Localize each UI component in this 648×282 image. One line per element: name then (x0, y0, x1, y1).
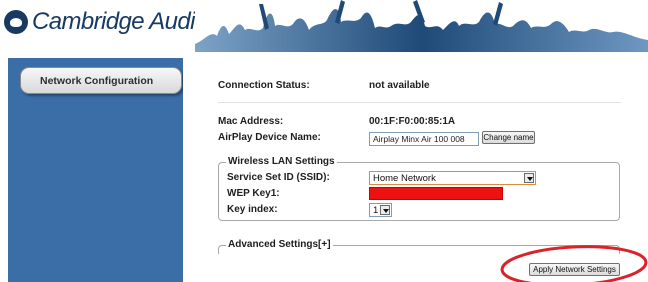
key-index-label: Key index: (227, 204, 278, 215)
concert-crowd-banner (195, 0, 648, 52)
connection-status-label: Connection Status: (218, 80, 310, 91)
key-index-selected-value: 1 (373, 205, 379, 216)
ssid-selected-value: Home Network (373, 173, 436, 184)
ssid-label: Service Set ID (SSID): (227, 172, 330, 183)
mac-address-label: Mac Address: (218, 116, 284, 127)
key-index-select[interactable]: 1 (369, 203, 392, 217)
network-settings-panel: Connection Status: not available Mac Add… (183, 52, 648, 282)
airplay-device-name-field[interactable]: Airplay Minx Air 100 008 (369, 132, 479, 146)
sidebar-item-network-configuration[interactable]: Network Configuration (20, 67, 182, 94)
apply-network-settings-button[interactable]: Apply Network Settings (529, 263, 620, 276)
airplay-device-name-label: AirPlay Device Name: (218, 132, 321, 143)
divider (218, 102, 621, 103)
brand-logo[interactable]: Cambridge Audio (4, 6, 208, 38)
ssid-select[interactable]: Home Network (369, 171, 536, 185)
wireless-lan-settings-legend: Wireless LAN Settings (226, 156, 337, 167)
mac-address-value: 00:1F:F0:00:85:1A (369, 116, 456, 127)
wep-key1-label: WEP Key1: (227, 188, 280, 199)
change-name-button[interactable]: Change name (482, 131, 535, 144)
chevron-down-icon[interactable] (524, 173, 534, 183)
brand-name: Cambridge Audio (32, 8, 208, 35)
connection-status-value: not available (369, 80, 430, 91)
sidebar-item-label: Network Configuration (40, 75, 154, 87)
chevron-down-icon[interactable] (380, 205, 390, 215)
header: Cambridge Audio (0, 0, 648, 52)
sidebar: Network Configuration (8, 58, 183, 282)
advanced-settings-toggle[interactable]: Advanced Settings[+] (226, 239, 333, 250)
cambridge-audio-logo-icon (4, 10, 28, 34)
wep-key1-field[interactable] (369, 187, 503, 200)
